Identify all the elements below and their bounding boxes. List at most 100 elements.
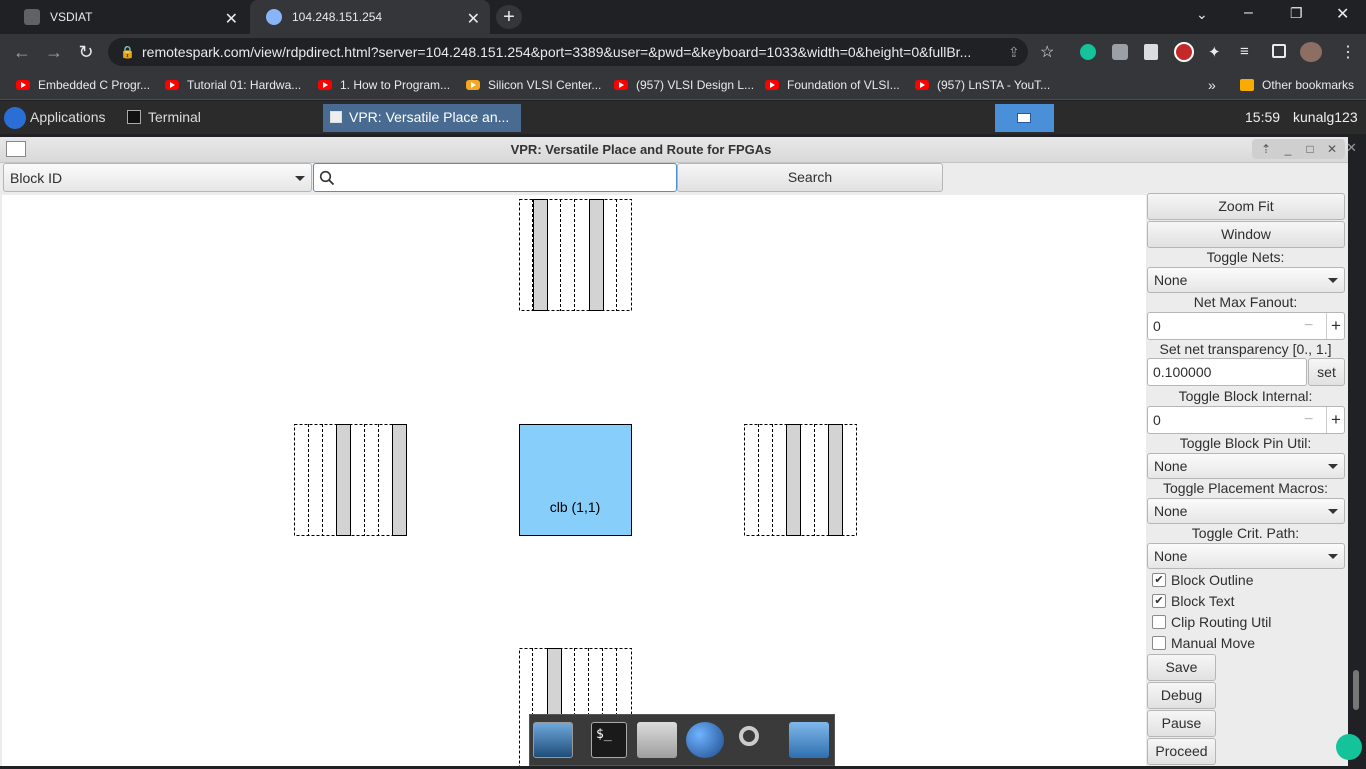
block-outline-checkbox[interactable]: ✔ [1152,573,1166,587]
maximize-window-icon[interactable]: □ [1302,141,1318,157]
close-tab-icon[interactable]: ✕ [225,9,238,29]
minimize-window-icon[interactable]: _ [1280,141,1296,157]
address-bar[interactable]: 🔒 remotespark.com/view/rdpdirect.html?se… [108,38,1028,66]
new-tab-button[interactable]: + [496,5,522,29]
bookmark-item[interactable]: (957) LnSTA - YouT... [915,75,1050,95]
io-block-top[interactable] [519,199,632,311]
decrement-icon[interactable]: − [1304,407,1313,433]
terminal-icon[interactable]: $_ [591,722,627,758]
terminal-launcher[interactable]: Terminal [148,101,201,134]
increment-icon[interactable]: + [1326,313,1345,339]
toggle-placement-macros-dropdown[interactable]: None [1147,498,1345,524]
decrement-icon[interactable]: − [1304,313,1313,339]
bookmark-star-icon[interactable]: ☆ [1040,42,1054,62]
clb-block[interactable] [519,424,632,536]
bookmark-item[interactable]: Silicon VLSI Center... [466,75,601,95]
save-button[interactable]: Save [1147,654,1216,681]
toggle-nets-label: Toggle Nets: [1206,249,1285,265]
toggle-block-pin-util-value: None [1154,458,1188,474]
io-block-left[interactable] [294,424,407,536]
tab-title: VSDIAT [50,10,93,24]
workspace-switcher[interactable] [995,104,1054,132]
tab-title: 104.248.151.254 [292,10,383,24]
sidepanel-icon[interactable] [1272,44,1286,58]
proceed-button[interactable]: Proceed [1147,738,1216,765]
more-bookmarks-button[interactable]: » [1208,75,1216,95]
page-scrollbar[interactable] [1353,670,1359,710]
bookmark-item[interactable]: 1. How to Program... [318,75,450,95]
clip-routing-util-checkbox[interactable] [1152,615,1166,629]
app-finder-icon[interactable] [735,722,775,758]
share-icon[interactable]: ⇪ [1008,44,1020,61]
restore-icon[interactable]: ❐ [1290,5,1303,22]
taskbar-item-label: VPR: Versatile Place an... [349,109,510,125]
close-tab-icon[interactable]: ✕ [467,9,480,29]
toggle-nets-dropdown[interactable]: None [1147,267,1345,293]
net-transparency-input[interactable]: 0.100000 [1147,358,1307,386]
youtube-icon [16,80,30,90]
chevron-down-icon [1328,554,1338,559]
tab-search-icon[interactable]: ⌄ [1196,6,1208,23]
chevron-down-icon [1328,509,1338,514]
adblock-icon[interactable] [1174,42,1194,62]
tab-vsdiat[interactable]: VSDIAT ✕ [8,0,248,34]
bookmark-item[interactable]: (957) VLSI Design L... [614,75,754,95]
toggle-block-internal-stepper[interactable]: 0 − + [1147,406,1345,434]
bookmark-item[interactable]: Tutorial 01: Hardwa... [165,75,301,95]
window-button[interactable]: Window [1147,221,1345,248]
web-browser-icon[interactable] [686,722,724,758]
show-desktop-icon[interactable] [533,722,573,758]
io-block-right[interactable] [744,424,857,536]
clb-label: clb (1,1) [550,499,601,515]
search-input[interactable] [313,163,677,192]
desktop-panel [0,101,1366,134]
net-max-fanout-stepper[interactable]: 0 − + [1147,312,1345,340]
toggle-crit-path-dropdown[interactable]: None [1147,543,1345,569]
grammarly-icon[interactable] [1080,44,1096,60]
avatar[interactable] [1300,42,1322,62]
set-transparency-button[interactable]: set [1308,358,1345,386]
folder-icon [1240,79,1254,91]
document-icon[interactable] [1144,44,1158,60]
manual-move-checkbox[interactable] [1152,636,1166,650]
applications-menu[interactable]: Applications [30,101,106,134]
puzzle-icon[interactable]: ✦ [1208,43,1221,61]
home-folder-icon[interactable] [637,722,677,758]
clock: 15:59 [1245,109,1281,125]
bookmark-item[interactable]: Embedded C Progr... [16,75,150,95]
back-icon[interactable]: ← [12,42,32,62]
block-text-checkbox[interactable]: ✔ [1152,594,1166,608]
extension-icon[interactable] [1112,44,1128,60]
chevron-down-icon [1328,464,1338,469]
toggle-placement-macros-label: Toggle Placement Macros: [1163,480,1328,496]
toggle-nets-value: None [1154,272,1188,288]
search-type-dropdown[interactable]: Block ID [3,163,312,192]
bookmark-item[interactable]: Foundation of VLSI... [765,75,900,95]
pause-button[interactable]: Pause [1147,710,1216,737]
close-window-icon[interactable]: ✕ [1324,141,1340,157]
search-button[interactable]: Search [677,163,943,192]
shade-icon[interactable]: ⇡ [1258,141,1274,157]
zoom-fit-button[interactable]: Zoom Fit [1147,193,1345,220]
toggle-block-pin-util-dropdown[interactable]: None [1147,453,1345,479]
media-icon[interactable]: ≡ [1240,43,1249,60]
user-name[interactable]: kunalg123 [1293,101,1358,134]
youtube-icon [318,80,332,90]
forward-icon[interactable]: → [44,42,64,62]
reload-icon[interactable]: ↻ [76,42,96,62]
net-max-fanout-label: Net Max Fanout: [1193,294,1298,310]
other-bookmarks[interactable]: Other bookmarks [1240,75,1354,95]
increment-icon[interactable]: + [1326,407,1345,433]
net-max-fanout-value: 0 [1153,318,1161,334]
minimize-icon[interactable]: – [1244,4,1253,22]
menu-icon[interactable]: ⋮ [1340,42,1356,62]
tab-remote[interactable]: 104.248.151.254 ✕ [250,0,490,34]
toggle-crit-path-label: Toggle Crit. Path: [1191,525,1300,541]
grammarly-icon[interactable] [1336,734,1362,760]
debug-button[interactable]: Debug [1147,682,1216,709]
manual-move-label: Manual Move [1171,635,1256,651]
close-window-icon[interactable]: ✕ [1336,4,1349,24]
files-folder-icon[interactable] [789,722,829,758]
fpga-canvas[interactable]: clb (1,1) [2,195,1146,767]
xfce-mouse-icon[interactable] [4,107,26,129]
